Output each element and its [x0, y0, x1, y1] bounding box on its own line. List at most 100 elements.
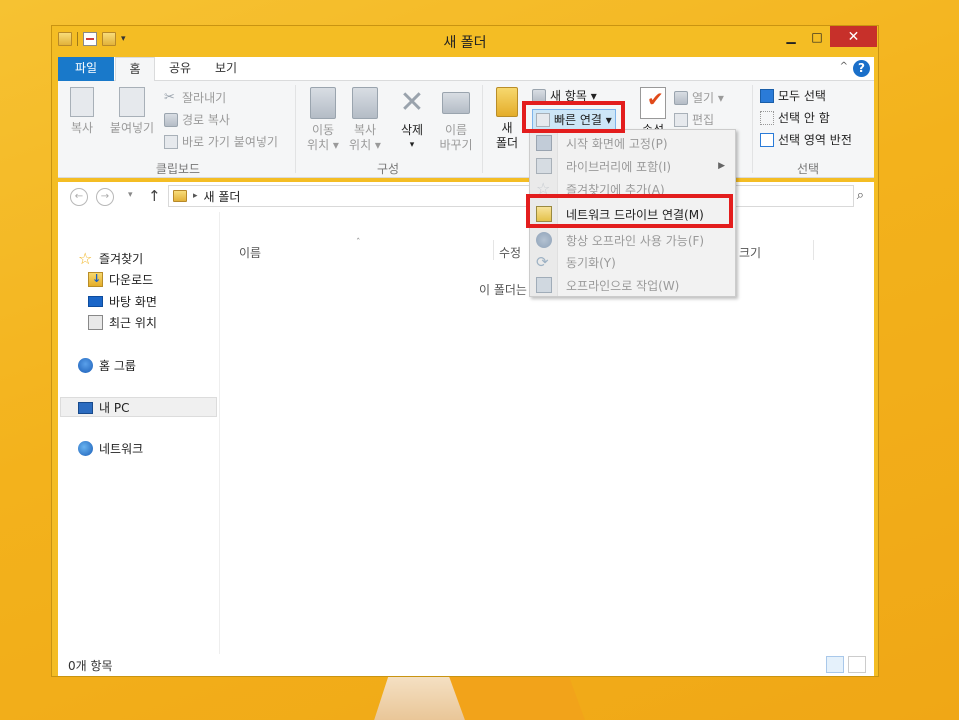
help-icon[interactable]: ?: [853, 60, 870, 77]
submenu-arrow-icon: ▶: [718, 161, 725, 171]
invert-selection-button[interactable]: 선택 영역 반전: [760, 131, 852, 148]
minimize-button[interactable]: ▁: [778, 26, 804, 47]
details-view-button[interactable]: [826, 656, 844, 673]
title-bar: ▾ 새 폴더 ▁ □ ✕: [52, 26, 878, 56]
homegroup-icon: [78, 358, 93, 373]
column-header-modified[interactable]: 수정: [499, 244, 521, 261]
menu-item-sync[interactable]: ⟳ 동기화(Y): [530, 251, 735, 273]
large-icons-view-button[interactable]: [848, 656, 866, 673]
tab-file[interactable]: 파일: [58, 57, 114, 81]
properties-check-icon: [640, 87, 666, 119]
copy-to-button[interactable]: 복사 위치 ▾: [346, 87, 384, 153]
menu-item-always-available-offline[interactable]: 항상 오프라인 사용 가능(F): [530, 229, 735, 251]
rename-button[interactable]: 이름 바꾸기: [436, 87, 476, 153]
select-all-icon: [760, 88, 774, 103]
menu-item-pin-to-start[interactable]: 시작 화면에 고정(P): [530, 132, 735, 154]
sync-icon: ⟳: [536, 253, 549, 271]
menu-item-work-offline[interactable]: 오프라인으로 작업(W): [530, 274, 735, 296]
select-none-button[interactable]: 선택 안 함: [760, 109, 830, 126]
column-header-name[interactable]: 이름: [239, 244, 261, 261]
delete-dropdown-icon[interactable]: ▾: [394, 138, 430, 153]
desktop-icon: [88, 296, 103, 307]
navigation-pane: ☆ 즐겨찾기 다운로드 바탕 화면 최근 위치 홈 그룹 내: [58, 212, 220, 654]
content-area: ☆ 즐겨찾기 다운로드 바탕 화면 최근 위치 홈 그룹 내: [58, 212, 874, 654]
nav-this-pc[interactable]: 내 PC: [78, 399, 129, 416]
select-all-button[interactable]: 모두 선택: [760, 87, 826, 104]
search-icon[interactable]: ⌕: [857, 188, 864, 203]
nav-desktop[interactable]: 바탕 화면: [88, 293, 157, 310]
group-separator: [295, 85, 296, 173]
menu-item-label: 항상 오프라인 사용 가능(F): [566, 233, 705, 248]
open-label: 열기 ▾: [692, 91, 724, 105]
copy-path-button[interactable]: 경로 복사: [164, 111, 230, 128]
tab-home[interactable]: 홈: [115, 57, 155, 82]
copy-button[interactable]: 복사: [64, 87, 100, 136]
address-field[interactable]: ▸ 새 폴더: [168, 185, 854, 207]
new-folder-label-2: 폴더: [495, 136, 519, 150]
nav-desktop-label: 바탕 화면: [109, 295, 157, 309]
status-bar: 0개 항목: [58, 654, 874, 676]
delete-button[interactable]: ✕ 삭제 ▾: [394, 87, 430, 153]
copy-path-label: 경로 복사: [182, 113, 230, 127]
up-button[interactable]: ↑: [148, 187, 161, 205]
invert-selection-label: 선택 영역 반전: [778, 133, 852, 147]
select-none-label: 선택 안 함: [778, 111, 830, 125]
tab-share[interactable]: 공유: [160, 57, 200, 81]
tab-view[interactable]: 보기: [206, 57, 246, 81]
desktop-background-shape: [448, 676, 588, 720]
paste-button[interactable]: 붙여넣기: [104, 87, 160, 136]
nav-homegroup[interactable]: 홈 그룹: [78, 357, 136, 374]
nav-network[interactable]: 네트워크: [78, 440, 143, 457]
maximize-button[interactable]: □: [804, 26, 830, 47]
breadcrumb-chevron-icon[interactable]: ▸: [193, 191, 198, 201]
menu-item-label: 오프라인으로 작업(W): [566, 278, 680, 293]
move-to-button[interactable]: 이동 위치 ▾: [304, 87, 342, 153]
column-separator[interactable]: [813, 240, 814, 260]
select-group-label: 선택: [796, 162, 820, 176]
organize-group-label: 구성: [376, 162, 400, 176]
move-to-label-1: 이동: [311, 123, 335, 137]
edit-label: 편집: [692, 113, 715, 127]
paste-shortcut-icon: [164, 134, 178, 149]
invert-selection-icon: [760, 132, 774, 147]
open-icon: [674, 90, 688, 105]
address-bar: ← → ▾ ↑ ▸ 새 폴더 ⌕: [58, 182, 874, 212]
menu-item-label: 라이브러리에 포함(I): [566, 159, 672, 174]
collapse-ribbon-icon[interactable]: ^: [840, 61, 848, 72]
column-separator[interactable]: [493, 240, 494, 260]
cut-label: 잘라내기: [182, 91, 227, 105]
paste-shortcut-label: 바로 가기 붙여넣기: [182, 135, 278, 149]
computer-icon: [78, 401, 93, 414]
pin-icon: [536, 135, 552, 151]
menu-item-include-in-library[interactable]: 라이브러리에 포함(I) ▶: [530, 155, 735, 177]
recent-locations-dropdown-icon[interactable]: ▾: [128, 190, 133, 200]
column-header-size[interactable]: 크기: [739, 244, 761, 261]
empty-folder-message: 이 폴더는: [479, 283, 527, 297]
delete-x-icon: ✕: [399, 85, 425, 120]
nav-favorites[interactable]: ☆ 즐겨찾기: [78, 250, 143, 267]
breadcrumb-current[interactable]: 새 폴더: [204, 188, 241, 205]
new-folder-button[interactable]: 새 폴더: [492, 87, 522, 151]
select-all-label: 모두 선택: [778, 89, 826, 103]
open-button[interactable]: 열기 ▾: [674, 89, 724, 106]
nav-favorites-label: 즐겨찾기: [99, 252, 144, 266]
paste-shortcut-button[interactable]: 바로 가기 붙여넣기: [164, 133, 278, 150]
ribbon-home: 복사 붙여넣기 ✂ 잘라내기 경로 복사 바로 가기 붙여넣기 클립보드 이동 …: [58, 81, 874, 178]
forward-button[interactable]: →: [96, 188, 114, 206]
menu-item-label: 시작 화면에 고정(P): [566, 136, 668, 151]
paste-icon: [119, 87, 145, 117]
back-button[interactable]: ←: [70, 188, 88, 206]
offline-icon: [536, 232, 552, 248]
downloads-icon: [88, 272, 103, 287]
cut-button[interactable]: ✂ 잘라내기: [164, 89, 226, 106]
ribbon-tabs: 파일 홈 공유 보기 ^ ?: [58, 57, 874, 82]
nav-downloads[interactable]: 다운로드: [88, 271, 153, 288]
map-network-drive-highlight: [526, 194, 733, 228]
rename-icon: [442, 92, 470, 114]
nav-recent[interactable]: 최근 위치: [88, 314, 157, 331]
copy-icon: [70, 87, 94, 117]
nav-downloads-label: 다운로드: [109, 273, 154, 287]
new-folder-label-1: 새: [501, 121, 513, 135]
edit-button[interactable]: 편집: [674, 111, 714, 128]
close-button[interactable]: ✕: [830, 26, 877, 47]
